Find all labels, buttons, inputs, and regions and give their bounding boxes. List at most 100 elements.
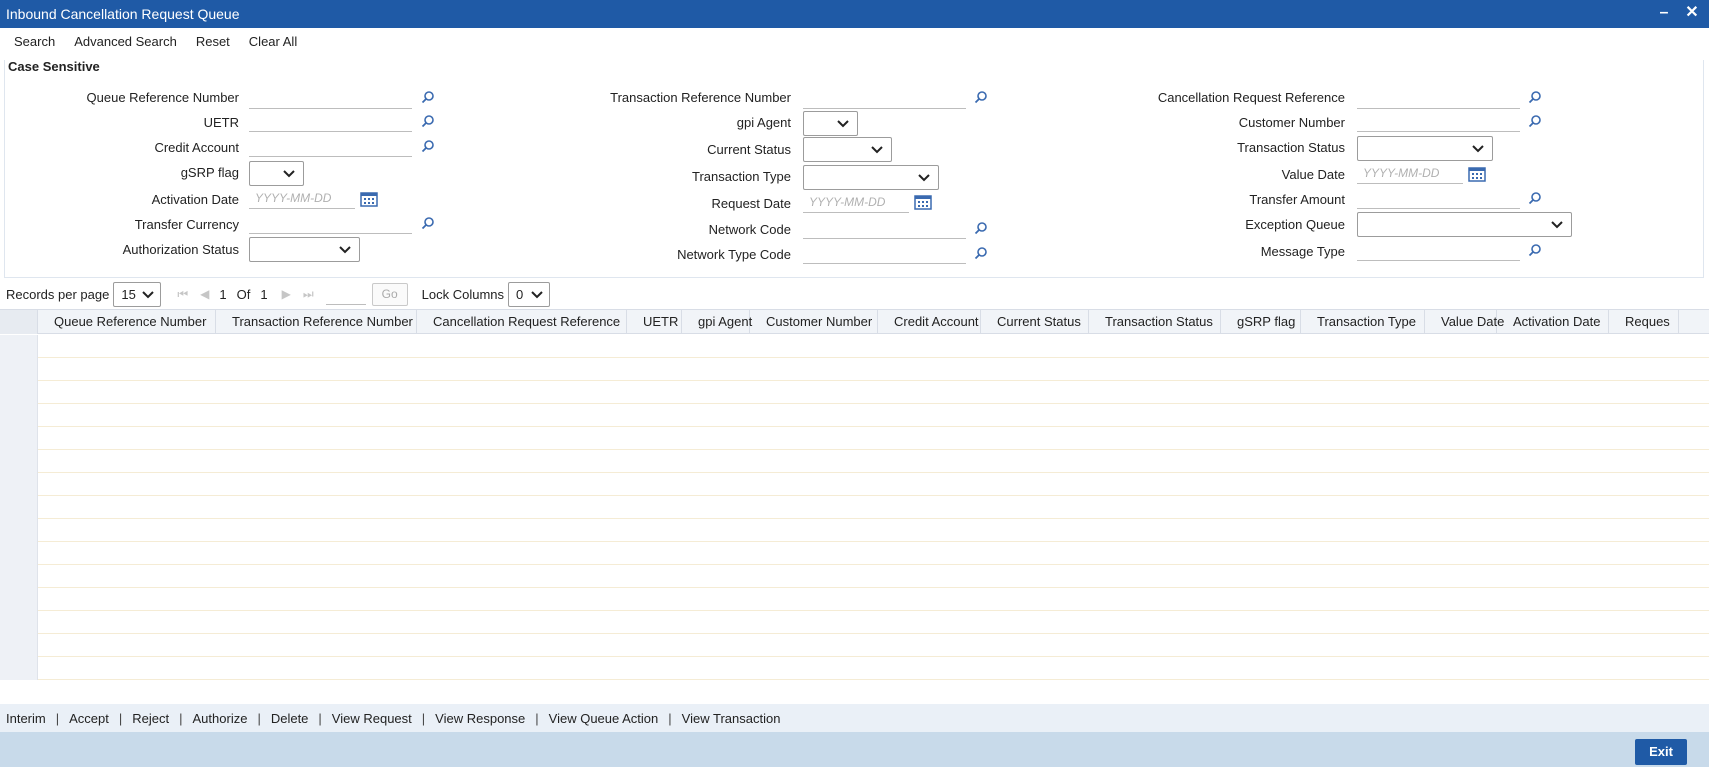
search-icon[interactable]	[1528, 114, 1542, 128]
action-delete-button[interactable]: Delete	[271, 711, 309, 726]
search-icon[interactable]	[421, 114, 435, 128]
go-to-page-input[interactable]	[325, 283, 366, 305]
table-row[interactable]	[0, 657, 1709, 680]
search-button[interactable]: Search	[14, 34, 55, 49]
action-accept-button[interactable]: Accept	[69, 711, 109, 726]
calendar-icon[interactable]	[914, 194, 932, 210]
table-row[interactable]	[0, 542, 1709, 565]
column-header[interactable]: Transaction Status	[1089, 310, 1221, 334]
current-status-select[interactable]	[803, 137, 892, 162]
column-header[interactable]: Reques	[1609, 310, 1679, 334]
reset-button[interactable]: Reset	[196, 34, 230, 49]
row-selector[interactable]	[0, 519, 38, 542]
table-row[interactable]	[0, 427, 1709, 450]
row-selector[interactable]	[0, 404, 38, 427]
search-icon[interactable]	[421, 216, 435, 230]
previous-page-icon[interactable]: ◀	[200, 287, 209, 301]
authorization-status-select[interactable]	[249, 237, 360, 262]
transaction-reference-input[interactable]	[803, 87, 966, 109]
column-header[interactable]: gpi Agent	[682, 310, 752, 334]
row-selector[interactable]	[0, 358, 38, 381]
table-row[interactable]	[0, 358, 1709, 381]
action-interim-button[interactable]: Interim	[6, 711, 46, 726]
row-selector[interactable]	[0, 542, 38, 565]
table-row[interactable]	[0, 335, 1709, 358]
transaction-status-select[interactable]	[1357, 136, 1493, 161]
table-row[interactable]	[0, 450, 1709, 473]
calendar-icon[interactable]	[360, 191, 378, 207]
gpi-agent-select[interactable]	[803, 111, 858, 136]
table-row[interactable]	[0, 404, 1709, 427]
cancellation-request-reference-input[interactable]	[1357, 87, 1520, 109]
column-header[interactable]: Queue Reference Number	[38, 310, 216, 334]
customer-number-input[interactable]	[1357, 110, 1520, 132]
table-row[interactable]	[0, 611, 1709, 634]
message-type-input[interactable]	[1357, 239, 1520, 261]
queue-reference-input[interactable]	[249, 87, 412, 109]
row-selector[interactable]	[0, 427, 38, 450]
table-row[interactable]	[0, 519, 1709, 542]
clear-all-button[interactable]: Clear All	[249, 34, 297, 49]
table-row[interactable]	[0, 588, 1709, 611]
table-row[interactable]	[0, 473, 1709, 496]
close-button[interactable]: ✕	[1683, 4, 1701, 22]
search-icon[interactable]	[974, 221, 988, 235]
gsrp-flag-select[interactable]	[249, 161, 304, 186]
transfer-amount-input[interactable]	[1357, 187, 1520, 209]
search-icon[interactable]	[1528, 243, 1542, 257]
column-header[interactable]: gSRP flag	[1221, 310, 1301, 334]
row-selector[interactable]	[0, 450, 38, 473]
table-row[interactable]	[0, 565, 1709, 588]
action-view-queue-action-button[interactable]: View Queue Action	[549, 711, 659, 726]
search-icon[interactable]	[1528, 90, 1542, 104]
column-header[interactable]: Value Date	[1425, 310, 1504, 334]
column-header[interactable]: Current Status	[981, 310, 1089, 334]
row-selector[interactable]	[0, 657, 38, 680]
network-type-code-input[interactable]	[803, 242, 966, 264]
uetr-input[interactable]	[249, 110, 412, 132]
table-row[interactable]	[0, 496, 1709, 519]
search-icon[interactable]	[1528, 191, 1542, 205]
column-header[interactable]: Activation Date	[1497, 310, 1609, 334]
column-header[interactable]: Cancellation Request Reference	[417, 310, 627, 334]
go-button[interactable]: Go	[371, 282, 408, 306]
transfer-currency-input[interactable]	[249, 212, 412, 234]
row-selector[interactable]	[0, 496, 38, 519]
row-selector[interactable]	[0, 634, 38, 657]
advanced-search-button[interactable]: Advanced Search	[74, 34, 177, 49]
action-view-response-button[interactable]: View Response	[435, 711, 525, 726]
action-view-request-button[interactable]: View Request	[332, 711, 412, 726]
search-icon[interactable]	[421, 90, 435, 104]
row-selector[interactable]	[0, 588, 38, 611]
action-reject-button[interactable]: Reject	[132, 711, 169, 726]
credit-account-input[interactable]	[249, 135, 412, 157]
search-icon[interactable]	[974, 90, 988, 104]
minimize-button[interactable]: –	[1655, 4, 1673, 22]
table-row[interactable]	[0, 381, 1709, 404]
column-header[interactable]: UETR	[627, 310, 682, 334]
row-selector[interactable]	[0, 335, 38, 358]
next-page-icon[interactable]: ▶	[282, 287, 291, 301]
column-header[interactable]: Transaction Reference Number	[216, 310, 417, 334]
action-authorize-button[interactable]: Authorize	[193, 711, 248, 726]
last-page-icon[interactable]: ⏭	[303, 287, 314, 302]
search-icon[interactable]	[974, 246, 988, 260]
exception-queue-select[interactable]	[1357, 212, 1572, 237]
select-all-cell[interactable]	[0, 310, 38, 334]
search-icon[interactable]	[421, 139, 435, 153]
activation-date-input[interactable]	[249, 187, 355, 209]
row-selector[interactable]	[0, 611, 38, 634]
column-header[interactable]: Credit Account	[878, 310, 981, 334]
table-row[interactable]	[0, 634, 1709, 657]
transaction-type-select[interactable]	[803, 165, 939, 190]
value-date-input[interactable]	[1357, 162, 1463, 184]
row-selector[interactable]	[0, 473, 38, 496]
records-per-page-select[interactable]: 15	[113, 281, 162, 307]
calendar-icon[interactable]	[1468, 166, 1486, 182]
action-view-transaction-button[interactable]: View Transaction	[682, 711, 781, 726]
column-header[interactable]: Transaction Type	[1301, 310, 1425, 334]
exit-button[interactable]: Exit	[1635, 739, 1687, 765]
row-selector[interactable]	[0, 565, 38, 588]
row-selector[interactable]	[0, 381, 38, 404]
column-header[interactable]: Customer Number	[750, 310, 878, 334]
